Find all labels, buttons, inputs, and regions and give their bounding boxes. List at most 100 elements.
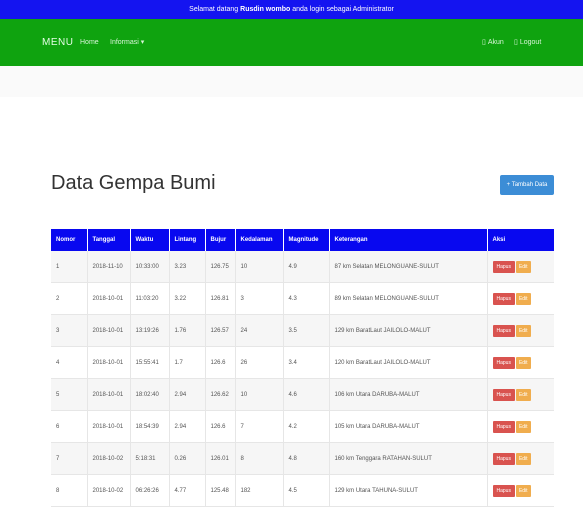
nav-akun[interactable]: ▯ Akun [482,19,504,66]
table-cell: 2018-10-01 [87,314,131,347]
welcome-text-before: Selamat datang [189,6,241,13]
table-cell: 2.94 [169,378,206,411]
delete-button[interactable]: Hapus [492,452,515,465]
edit-button[interactable]: Edit [515,260,531,273]
table-cell: 2018-11-10 [87,251,131,283]
table-cell: 1 [51,251,88,283]
table-cell: 06:26:26 [130,474,170,507]
col-header: Tanggal [87,229,131,251]
table-cell: 10 [235,378,284,411]
table-cell: 4.5 [283,474,330,507]
table-cell: 3 [51,314,88,347]
nav-logout-label: Logout [519,39,542,46]
add-data-button[interactable]: + Tambah Data [500,175,554,195]
col-header: Waktu [130,229,170,251]
table-cell: 129 km BaratLaut JAILOLO-MALUT [329,314,488,347]
edit-button[interactable]: Edit [515,388,531,401]
edit-button[interactable]: Edit [515,420,531,433]
table-cell: 10 [235,251,284,283]
col-header: Bujur [205,229,236,251]
table-row: 2 2018-10-01 11:03:20 3.22 126.81 3 4.3 89 km S… [51,282,554,315]
edit-button[interactable]: Edit [515,452,531,465]
welcome-username: Rusdin wombo [240,6,291,13]
table-cell: 4 [51,346,88,379]
delete-button[interactable]: Hapus [492,324,515,337]
table-cell: 10:33:00 [130,251,170,283]
earthquake-table: Nomor Tanggal Waktu Lintang Bujur Kedala… [51,229,554,507]
table-cell: 4.2 [283,410,330,443]
table-cell: 126.57 [205,314,236,347]
table-cell: 3.4 [283,346,330,379]
table-cell: 3.22 [169,282,206,315]
table-cell: 89 km Selatan MELONGUANE-SULUT [329,282,488,315]
table-cell: 8 [235,442,284,475]
col-header: Magnitude [283,229,330,251]
delete-button[interactable]: Hapus [492,484,515,497]
welcome-text-after: anda login sebagai Administrator [290,6,394,13]
table-cell: 4.9 [283,251,330,283]
main-navbar: MENU Home Informasi ▾ ▯ Akun ▯ Logout [0,19,583,66]
actions-cell: Hapus Edit [487,282,554,315]
table-cell: 2018-10-01 [87,378,131,411]
table-cell: 11:03:20 [130,282,170,315]
table-cell: 18:54:39 [130,410,170,443]
col-header: Nomor [51,229,88,251]
edit-button[interactable]: Edit [515,292,531,305]
page-subheader [0,66,583,97]
delete-button[interactable]: Hapus [492,388,515,401]
col-header: Aksi [492,237,506,243]
delete-button[interactable]: Hapus [492,292,515,305]
delete-button[interactable]: Hapus [492,260,515,273]
table-cell: 126.01 [205,442,236,475]
table-row: 8 2018-10-02 06:26:26 4.77 125.48 182 4.5 129 k… [51,474,554,507]
actions-cell: Hapus Edit [487,251,554,283]
table-cell: 5:18:31 [130,442,170,475]
table-row: 7 2018-10-02 5:18:31 0.26 126.01 8 4.8 160 km T… [51,442,554,475]
table-cell: 2018-10-02 [87,442,131,475]
table-cell: 126.75 [205,251,236,283]
table-cell: 2 [51,282,88,315]
delete-button[interactable]: Hapus [492,356,515,369]
table-cell: 126.62 [205,378,236,411]
page-title: Data Gempa Bumi [51,172,216,194]
table-cell: 1.76 [169,314,206,347]
actions-cell: Hapus Edit [487,314,554,347]
table-row: 1 2018-11-10 10:33:00 3.23 126.75 10 4.9 87 km … [51,251,554,283]
table-cell: 2018-10-01 [87,282,131,315]
table-cell: 1.7 [169,346,206,379]
col-header: Lintang [169,229,206,251]
table-cell: 15:55:41 [130,346,170,379]
table-body: 1 2018-11-10 10:33:00 3.23 126.75 10 4.9 87 km … [51,251,554,507]
nav-akun-label: Akun [487,39,504,46]
table-cell: 126.6 [205,346,236,379]
welcome-bar: Selamat datang Rusdin wombo anda login s… [0,0,583,19]
table-cell: 2018-10-02 [87,474,131,507]
table-header-row: Nomor Tanggal Waktu Lintang Bujur Kedala… [51,229,554,251]
table-cell: 105 km Utara DARUBA-MALUT [329,410,488,443]
edit-button[interactable]: Edit [515,356,531,369]
table-cell: 3.5 [283,314,330,347]
table-cell: 13:19:26 [130,314,170,347]
actions-cell: Hapus Edit [487,410,554,443]
table-cell: 4.77 [169,474,206,507]
table-cell: 18:02:40 [130,378,170,411]
table-cell: 160 km Tenggara RATAHAN-SULUT [329,442,488,475]
user-icon: ▯ [482,39,486,46]
nav-informasi-dropdown[interactable]: Informasi ▾ [110,19,144,66]
nav-home[interactable]: Home [80,19,99,66]
col-header: Keterangan [329,229,488,251]
actions-cell: Hapus Edit [487,346,554,379]
table-cell: 182 [235,474,284,507]
edit-button[interactable]: Edit [515,484,531,497]
table-row: 6 2018-10-01 18:54:39 2.94 126.6 7 4.2 105 km U… [51,410,554,443]
edit-button[interactable]: Edit [515,324,531,337]
actions-cell: Hapus Edit [487,442,554,475]
table-cell: 4.8 [283,442,330,475]
table-cell: 2018-10-01 [87,346,131,379]
delete-button[interactable]: Hapus [492,420,515,433]
actions-cell: Hapus Edit [487,474,554,507]
table-cell: 126.81 [205,282,236,315]
nav-logout[interactable]: ▯ Logout [514,19,541,66]
table-cell: 3 [235,282,284,315]
navbar-brand[interactable]: MENU [42,19,73,66]
